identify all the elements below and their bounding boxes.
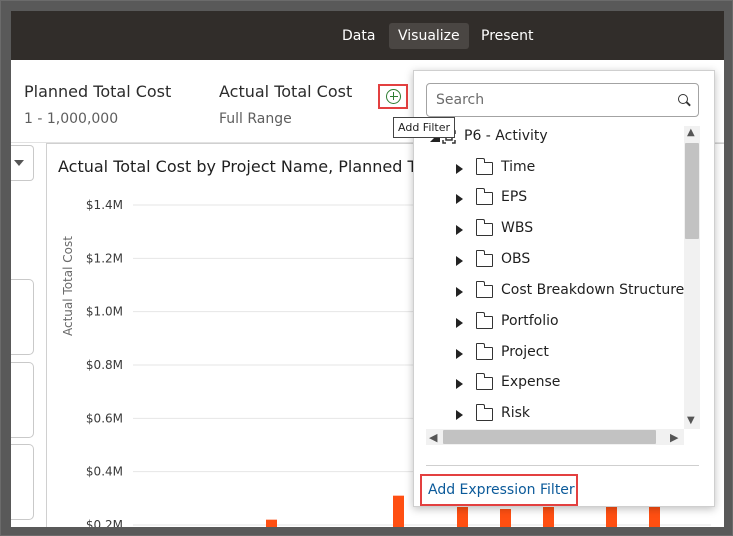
add-filter-tooltip: Add Filter (393, 117, 456, 138)
folder-icon (475, 158, 493, 175)
scroll-up-icon[interactable]: ▲ (687, 128, 695, 138)
y-tick-label: $0.8M (86, 358, 123, 372)
expand-icon[interactable] (456, 318, 463, 328)
expand-icon[interactable] (456, 287, 463, 297)
folder-icon (475, 250, 493, 267)
tree-item-label: Portfolio (501, 313, 559, 329)
subject-area-tree: P6 - Activity Time EPS WBS OBS Cost Brea… (426, 126, 684, 429)
y-tick-label: $1.0M (86, 305, 123, 319)
scroll-down-icon[interactable]: ▼ (687, 416, 695, 426)
popup-divider (426, 465, 699, 466)
add-expression-filter-label: Add Expression Filter (428, 482, 575, 498)
scroll-right-icon[interactable]: ▶ (670, 431, 678, 444)
y-tick-label: $0.2M (86, 518, 123, 527)
tree-item-label: Cost Breakdown Structure (501, 282, 684, 298)
chart-bar[interactable] (393, 495, 404, 527)
expand-icon[interactable] (456, 194, 463, 204)
folder-icon (475, 373, 493, 390)
horizontal-scrollbar[interactable]: ◀ ▶ (426, 429, 684, 445)
folder-icon (475, 343, 493, 360)
horizontal-scroll-thumb[interactable] (443, 430, 656, 444)
expand-icon[interactable] (456, 379, 463, 389)
chart-bar[interactable] (500, 509, 511, 527)
folder-icon (475, 312, 493, 329)
folder-icon (475, 404, 493, 421)
y-tick-label: $0.6M (86, 411, 123, 425)
search-icon[interactable] (678, 94, 688, 104)
screenshot-frame: Data Visualize Present Planned Total Cos… (0, 0, 733, 536)
vertical-scroll-thumb[interactable] (685, 143, 699, 239)
app-window: Data Visualize Present Planned Total Cos… (11, 11, 724, 527)
search-input[interactable]: Search (426, 83, 699, 117)
vertical-scrollbar[interactable]: ▲ ▼ (684, 126, 700, 429)
tree-item-label: Project (501, 344, 549, 360)
tree-item-label: Time (501, 159, 536, 175)
tree-item-label: OBS (501, 251, 531, 267)
tree-root-label: P6 - Activity (464, 128, 548, 144)
tree-item-label: EPS (501, 189, 528, 205)
scroll-left-icon[interactable]: ◀ (429, 431, 437, 444)
y-tick-label: $1.2M (86, 251, 123, 265)
folder-icon (475, 219, 493, 236)
tree-item-label: Expense (501, 374, 561, 390)
search-placeholder: Search (436, 92, 485, 108)
expand-icon[interactable] (456, 164, 463, 174)
tree-item-label: WBS (501, 220, 534, 236)
expand-icon[interactable] (456, 256, 463, 266)
y-tick-label: $0.4M (86, 465, 123, 479)
add-expression-filter-button[interactable]: Add Expression Filter (420, 474, 578, 506)
y-tick-label: $1.4M (86, 198, 123, 212)
expand-icon[interactable] (456, 225, 463, 235)
chart-bar[interactable] (266, 519, 277, 527)
tree-item-label: Risk (501, 405, 531, 421)
folder-icon (475, 281, 493, 298)
folder-icon (475, 188, 493, 205)
add-filter-popup: Search P6 - Activity Time EPS WBS OBS Co… (413, 70, 715, 507)
expand-icon[interactable] (456, 410, 463, 420)
expand-icon[interactable] (456, 349, 463, 359)
